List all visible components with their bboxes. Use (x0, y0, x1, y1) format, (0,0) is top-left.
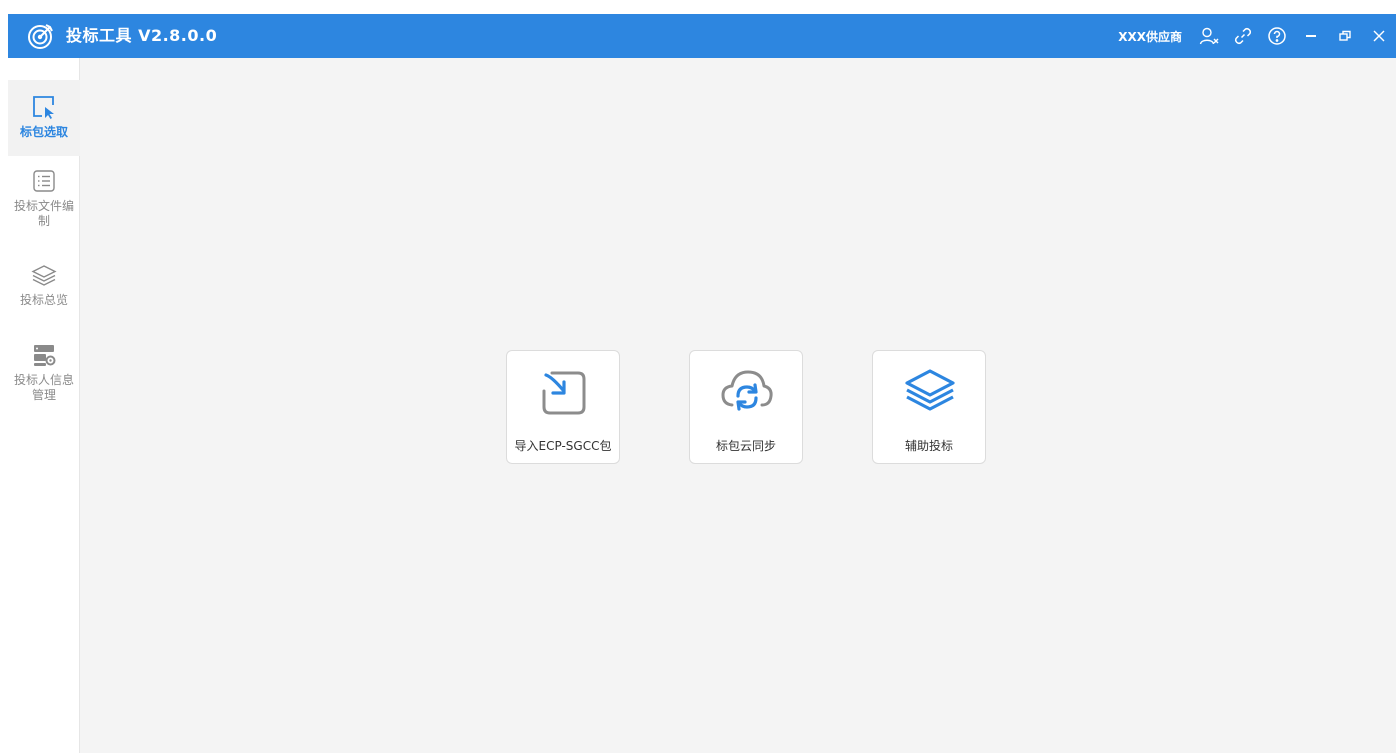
sidebar-item-bidder-info[interactable]: 投标人信息管理 (8, 342, 80, 403)
cloud-sync-icon (721, 370, 773, 411)
sidebar-item-bid-overview[interactable]: 投标总览 (8, 262, 80, 308)
link-icon[interactable] (1226, 14, 1260, 58)
title-bar-controls: XXX供应商 (1118, 14, 1396, 58)
minimize-icon[interactable] (1294, 14, 1328, 58)
import-ecp-package-button[interactable]: 导入ECP-SGCC包 (506, 350, 620, 464)
sidebar-item-bid-document[interactable]: 投标文件编制 (8, 168, 80, 229)
tile-label: 辅助投标 (904, 439, 953, 453)
help-icon[interactable] (1260, 14, 1294, 58)
server-settings-icon (34, 345, 56, 366)
cloud-sync-button[interactable]: 标包云同步 (689, 350, 803, 464)
main-content: 导入ECP-SGCC包 标包云同步 辅助投标 (81, 58, 1396, 753)
sidebar-item-label: 投标文件编制 (14, 199, 75, 228)
close-icon[interactable] (1362, 14, 1396, 58)
user-x-icon[interactable] (1192, 14, 1226, 58)
sidebar-item-label: 投标总览 (19, 293, 68, 307)
tile-label: 标包云同步 (715, 439, 776, 453)
sidebar-item-label: 投标人信息管理 (14, 373, 75, 402)
layers-icon (31, 265, 57, 286)
stack-layers-icon (905, 369, 955, 411)
title-bar[interactable]: 投标工具 V2.8.0.0 XXX供应商 (8, 14, 1396, 58)
target-logo-icon (28, 24, 53, 49)
sidebar-item-package-select[interactable]: 标包选取 (8, 80, 80, 156)
assisted-bidding-button[interactable]: 辅助投标 (872, 350, 986, 464)
list-icon (33, 170, 55, 192)
restore-icon[interactable] (1328, 14, 1362, 58)
sidebar-item-label: 标包选取 (19, 125, 68, 139)
app-window: 投标工具 V2.8.0.0 XXX供应商 标包选取 投标文件编制 投标总览 投标… (8, 14, 1396, 753)
vendor-name[interactable]: XXX供应商 (1118, 28, 1182, 45)
import-icon (542, 371, 586, 415)
tile-label: 导入ECP-SGCC包 (514, 439, 612, 453)
app-title: 投标工具 V2.8.0.0 (66, 26, 218, 45)
cursor-select-icon (33, 96, 54, 119)
sidebar: 标包选取 投标文件编制 投标总览 投标人信息管理 (8, 58, 80, 753)
